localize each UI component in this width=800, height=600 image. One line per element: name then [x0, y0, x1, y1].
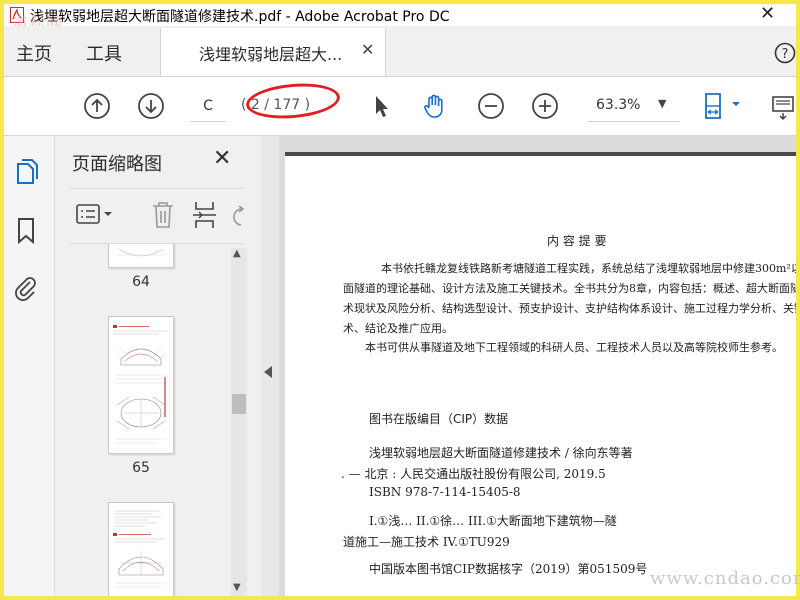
panel-title: 页面缩略图: [72, 154, 162, 175]
window-close-button[interactable]: ✕: [760, 4, 775, 24]
cip-line: ISBN 978-7-114-15405-8: [369, 485, 521, 499]
select-arrow-icon[interactable]: [366, 91, 396, 121]
cip-title: 图书在版编目（CIP）数据: [369, 412, 509, 426]
panel-close-button[interactable]: ✕: [213, 146, 231, 171]
help-icon[interactable]: ?: [774, 42, 796, 64]
window-title: 浅埋软弱地层超大断面隧道修建技术.pdf - Adobe Acrobat Pro…: [30, 9, 450, 25]
chevron-down-icon: ▼: [658, 97, 667, 110]
menu-bar: 主页 工具 浅埋软弱地层超大... ✕ ?: [4, 26, 796, 77]
title-bar: 浅埋软弱地层超大断面隧道修建技术.pdf - Adobe Acrobat Pro…: [4, 4, 796, 33]
document-tab-close-button[interactable]: ✕: [361, 40, 374, 59]
arrow-down-icon[interactable]: [136, 91, 166, 121]
svg-text:?: ?: [782, 47, 789, 62]
summary-line: 面隧道的理论基础、设计方法及施工关键技术。全书共分为8章，内容包括：概述、超大断…: [343, 282, 796, 295]
scrollbar-thumb[interactable]: [232, 394, 246, 414]
audience-line: 本书可供从事隧道及地下工程领域的科研人员、工程技术人员以及高等院校师生参考。: [365, 341, 783, 354]
left-rail: [4, 136, 55, 596]
more-tools-icon[interactable]: [770, 91, 796, 121]
page-number-input[interactable]: C: [190, 91, 226, 122]
rotate-icon[interactable]: [229, 201, 245, 229]
zoom-select[interactable]: 63.3% ▼: [588, 91, 680, 122]
document-page: 内 容 提 要 本书依托赣龙复线铁路新考塘隧道工程实践，系统总结了浅埋软弱地层中…: [285, 152, 796, 596]
zoom-in-icon[interactable]: [530, 91, 560, 121]
page-thumbnail-64[interactable]: [108, 244, 174, 268]
page-thumbnail-65[interactable]: [108, 316, 174, 454]
cip-line: . — 北京 : 人民交通出版社股份有限公司, 2019.5: [341, 467, 606, 481]
thumbnail-label: 64: [132, 274, 150, 290]
cip-number: 中国版本图书馆CIP数据核字（2019）第051509号: [369, 562, 648, 576]
thumbnail-label: 65: [132, 460, 150, 476]
insert-page-icon[interactable]: [191, 199, 219, 231]
thumbnail-scrollbar[interactable]: ▲ ▼: [231, 248, 247, 596]
fit-page-icon[interactable]: [700, 91, 748, 121]
summary-line: 本书依托赣龙复线铁路新考塘隧道工程实践，系统总结了浅埋软弱地层中修建300m²以…: [381, 262, 796, 275]
summary-line: 术现状及风险分析、结构选型设计、预支护设计、支护结构体系设计、施工过程力学分析、…: [343, 302, 796, 315]
thumbnail-options-icon[interactable]: [75, 201, 115, 229]
tools-tab[interactable]: 工具: [86, 40, 122, 66]
watermark-url: www.cndao.com: [650, 568, 800, 589]
classification-line: 道施工—施工技术 IV.①TU929: [343, 535, 510, 549]
page-thumbnail-66[interactable]: [108, 502, 174, 596]
zoom-value: 63.3%: [596, 97, 641, 113]
summary-heading: 内 容 提 要: [547, 234, 607, 248]
trash-icon[interactable]: [149, 199, 177, 231]
zoom-out-icon[interactable]: [476, 91, 506, 121]
page-thumbnails-icon[interactable]: [13, 158, 39, 186]
thumbnails-panel: 页面缩略图 ✕ 64 65 ▲ ▼: [55, 136, 261, 596]
document-tab-label: 浅埋软弱地层超大...: [199, 45, 343, 64]
arrow-up-icon[interactable]: [82, 91, 112, 121]
document-viewport: 内 容 提 要 本书依托赣龙复线铁路新考塘隧道工程实践，系统总结了浅埋软弱地层中…: [279, 136, 796, 596]
classification-line: I.①浅… II.①徐… III.①大断面地下建筑物—隧: [369, 514, 617, 528]
panel-splitter[interactable]: [261, 136, 279, 596]
attachment-icon[interactable]: [13, 274, 39, 302]
hand-icon[interactable]: [420, 91, 450, 121]
document-tab[interactable]: 浅埋软弱地层超大... ✕: [160, 28, 386, 76]
scroll-down-icon[interactable]: ▼: [233, 582, 241, 593]
home-tab[interactable]: 主页: [16, 40, 52, 66]
main-toolbar: C ( 2 / 177 ) 63.3% ▼: [4, 77, 796, 136]
scroll-up-icon[interactable]: ▲: [233, 248, 241, 259]
collapse-panel-icon[interactable]: [264, 366, 272, 378]
cip-line: 浅埋软弱地层超大断面隧道修建技术 / 徐向东等著: [369, 446, 633, 460]
thumbnails-toolbar: [69, 188, 245, 244]
summary-line: 术、结论及推广应用。: [343, 322, 453, 335]
bookmark-icon[interactable]: [13, 216, 39, 244]
app-window: 浅埋软弱地层超大断面隧道修建技术.pdf - Adobe Acrobat Pro…: [4, 4, 796, 596]
